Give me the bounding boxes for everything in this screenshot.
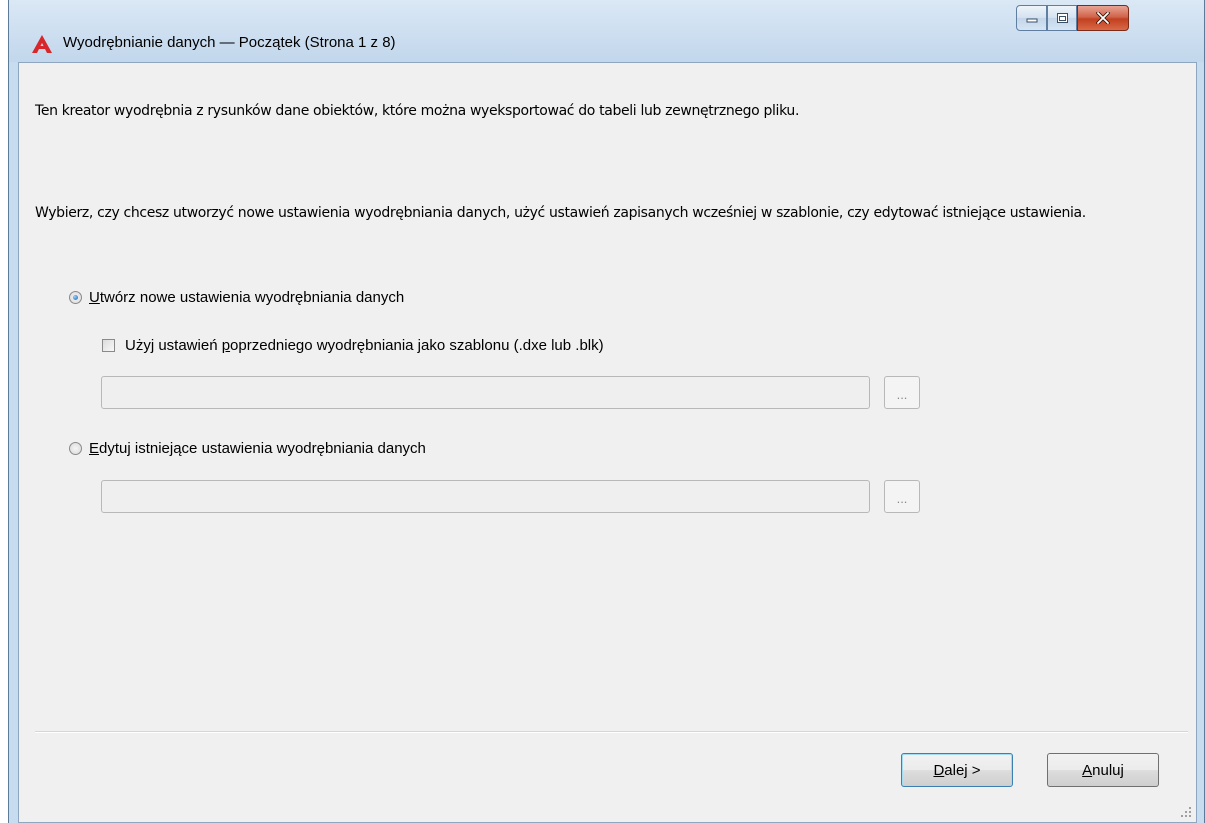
cancel-button[interactable]: Anuluj	[1047, 753, 1159, 787]
description-text: Wybierz, czy chcesz utworzyć nowe ustawi…	[35, 205, 1086, 221]
maximize-button[interactable]	[1047, 5, 1077, 31]
title-bar[interactable]: Wyodrębnianie danych — Początek (Strona …	[9, 0, 1204, 62]
radio-create-new-control[interactable]	[69, 291, 82, 304]
radio-edit-existing-label: Edytuj istniejące ustawienia wyodrębnian…	[89, 440, 426, 457]
maximize-icon	[1056, 13, 1068, 23]
checkbox-use-template-label: Użyj ustawień poprzedniego wyodrębniania…	[125, 337, 604, 354]
dialog-content: Ten kreator wyodrębnia z rysunków dane o…	[18, 62, 1197, 823]
minimize-icon	[1026, 18, 1037, 23]
radio-edit-existing-control[interactable]	[69, 442, 82, 455]
footer-separator	[35, 731, 1188, 733]
next-button[interactable]: Dalej >	[901, 753, 1013, 787]
checkbox-use-template-control[interactable]	[102, 339, 115, 352]
autocad-logo-icon	[32, 35, 52, 53]
checkbox-use-template[interactable]: Użyj ustawień poprzedniego wyodrębniania…	[102, 337, 604, 354]
radio-create-new-label: Utwórz nowe ustawienia wyodrębniania dan…	[89, 289, 405, 306]
resize-grip-icon[interactable]	[1180, 806, 1192, 818]
close-button[interactable]	[1077, 5, 1129, 31]
dialog-window: Wyodrębnianie danych — Początek (Strona …	[8, 0, 1205, 823]
existing-browse-button[interactable]: ...	[884, 480, 920, 513]
existing-path-input[interactable]	[101, 480, 870, 513]
minimize-button[interactable]	[1016, 5, 1047, 31]
next-button-label: Dalej >	[933, 761, 981, 779]
template-browse-button[interactable]: ...	[884, 376, 920, 409]
radio-edit-existing[interactable]: Edytuj istniejące ustawienia wyodrębnian…	[69, 440, 426, 457]
template-path-input[interactable]	[101, 376, 870, 409]
window-title: Wyodrębnianie danych — Początek (Strona …	[63, 34, 396, 51]
radio-create-new[interactable]: Utwórz nowe ustawienia wyodrębniania dan…	[69, 289, 404, 306]
intro-text: Ten kreator wyodrębnia z rysunków dane o…	[35, 103, 800, 119]
cancel-button-label: Anuluj	[1082, 761, 1124, 779]
close-icon	[1096, 12, 1110, 24]
